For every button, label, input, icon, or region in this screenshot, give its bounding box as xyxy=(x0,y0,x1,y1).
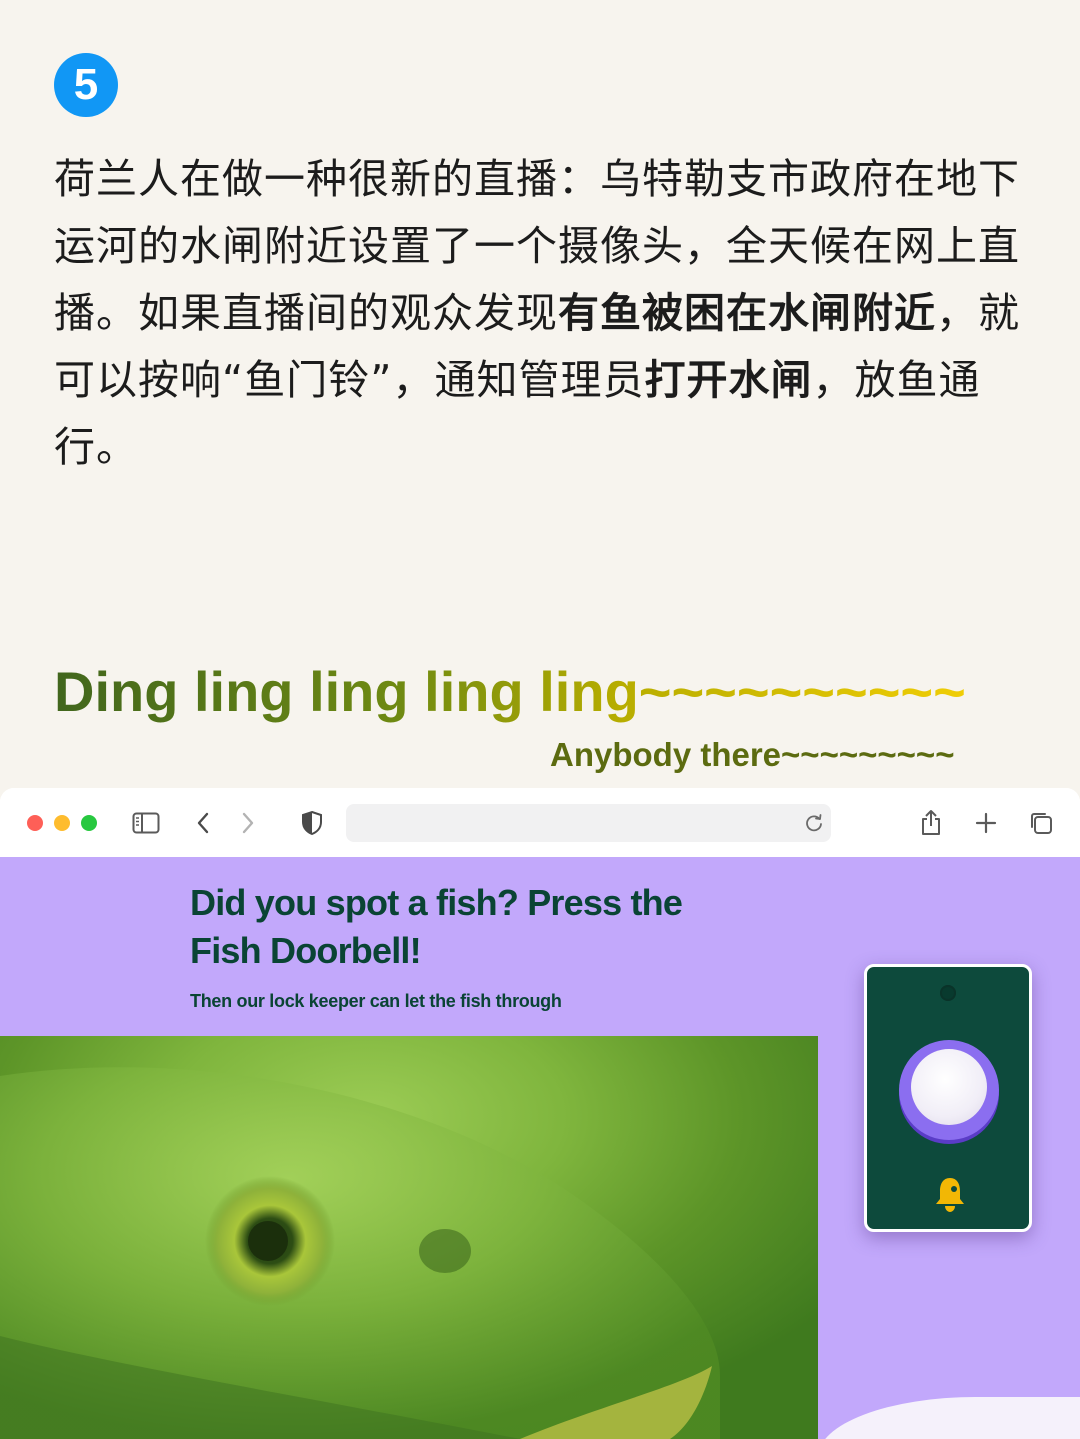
new-tab-icon[interactable] xyxy=(971,808,1001,838)
fish-doorbell xyxy=(864,964,1032,1232)
back-icon[interactable] xyxy=(188,808,218,838)
page-subheadline: Then our lock keeper can let the fish th… xyxy=(190,991,562,1011)
ring-doorbell-button[interactable] xyxy=(899,1040,999,1140)
browser-toolbar xyxy=(0,788,1080,858)
reload-icon[interactable] xyxy=(803,812,825,834)
page-headline: Did you spot a fish? Press the Fish Door… xyxy=(190,882,683,971)
close-window-button[interactable] xyxy=(27,815,43,831)
ding-ling-caption: Ding ling ling ling ling~~~~~~~~~~ xyxy=(54,656,966,728)
address-bar[interactable] xyxy=(346,804,831,842)
privacy-shield-icon[interactable] xyxy=(297,808,327,838)
step-number-badge: 5 xyxy=(54,53,118,117)
fish-image xyxy=(0,1067,720,1439)
ring-doorbell-button-face xyxy=(911,1049,987,1125)
sidebar-icon[interactable] xyxy=(131,808,161,838)
share-icon[interactable] xyxy=(916,808,946,838)
fish-livestream-video[interactable] xyxy=(0,1036,818,1439)
zoom-window-button[interactable] xyxy=(81,815,97,831)
doorbell-camera-icon xyxy=(940,985,956,1001)
minimize-window-button[interactable] xyxy=(54,815,70,831)
browser-window: Did you spot a fish? Press the Fish Door… xyxy=(0,788,1080,1439)
intro-emphasis: 有鱼被困在水闸附近 xyxy=(558,289,936,337)
intro-paragraph: 荷兰人在做一种很新的直播：乌特勒支市政府在地下运河的水闸附近设置了一个摄像头，全… xyxy=(54,146,1034,481)
intro-emphasis: 打开水闸 xyxy=(644,356,813,404)
forward-icon[interactable] xyxy=(233,808,263,838)
bell-icon xyxy=(933,1175,967,1213)
fish-doorbell-page: Did you spot a fish? Press the Fish Door… xyxy=(0,857,1080,1439)
page-wave-decoration xyxy=(818,1397,1080,1439)
tab-overview-icon[interactable] xyxy=(1026,808,1056,838)
anybody-there-caption: Anybody there~~~~~~~~~ xyxy=(550,736,955,773)
